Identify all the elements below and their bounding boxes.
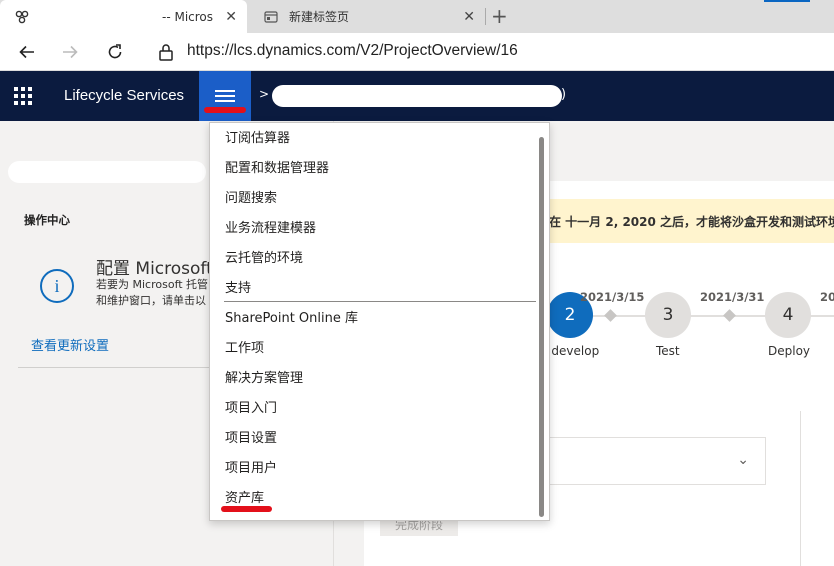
info-icon: i	[40, 269, 74, 303]
browser-tab-strip: -- Micros ✕ 新建标签页 ✕ +	[0, 0, 834, 33]
app-launcher-icon[interactable]	[14, 87, 32, 105]
app-header: Lifecycle Services > )	[0, 71, 834, 121]
menu-item-project-users[interactable]: 项目用户	[225, 459, 277, 479]
timeline-label: Test	[656, 344, 680, 358]
menu-item-work-items[interactable]: 工作项	[225, 339, 264, 359]
active-tab-title: -- Micros	[162, 9, 214, 24]
config-card-description: 若要为 Microsoft 托管 和维护窗口，请单击以	[96, 277, 208, 309]
redacted-project-title	[8, 161, 206, 183]
side-card	[800, 411, 834, 566]
banner-text: 在 十一月 2, 2020 之后，才能将沙盒开发和测试环境部	[549, 214, 834, 229]
timeline-date: 2021/3/31	[700, 290, 765, 304]
redacted-tab-title	[42, 7, 156, 26]
breadcrumb-chevron-icon: >	[259, 87, 270, 101]
tab-separator	[485, 8, 486, 25]
timeline-milestone-icon	[604, 309, 617, 322]
hamburger-menu-button[interactable]	[199, 71, 251, 121]
hamburger-dropdown-menu: 订阅估算器 配置和数据管理器 问题搜索 业务流程建模器 云托管的环境 支持 Sh…	[209, 122, 550, 521]
menu-item-sharepoint-library[interactable]: SharePoint Online 库	[225, 309, 358, 329]
annotation-underline-hamburger	[204, 107, 246, 113]
info-banner: 在 十一月 2, 2020 之后，才能将沙盒开发和测试环境部	[549, 199, 834, 243]
browser-address-bar: https://lcs.dynamics.com/V2/ProjectOverv…	[0, 33, 834, 71]
timeline-node-number: 4	[782, 305, 794, 325]
browser-tab-active[interactable]: -- Micros ✕	[0, 0, 247, 33]
forward-button[interactable]	[57, 39, 83, 65]
timeline-node-number: 3	[662, 305, 674, 325]
timeline-label: Deploy	[768, 344, 811, 358]
timeline-date: 20	[820, 290, 834, 304]
config-desc-line: 若要为 Microsoft 托管	[96, 278, 209, 291]
redacted-project-name[interactable]	[272, 85, 562, 107]
lock-icon[interactable]	[156, 42, 176, 62]
new-tab-button[interactable]: +	[491, 4, 508, 28]
window-accent-bar	[764, 0, 810, 2]
menu-scrollbar[interactable]	[539, 137, 544, 517]
methodology-timeline: 2 2021/3/15 3 2021/3/31 4 20 d develop T…	[540, 278, 834, 374]
new-tab-page-icon	[263, 9, 279, 25]
lcs-favicon-icon	[14, 9, 30, 25]
timeline-node-test[interactable]: 3	[645, 292, 691, 338]
menu-item-project-settings[interactable]: 项目设置	[225, 429, 277, 449]
timeline-node-number: 2	[564, 305, 576, 325]
back-button[interactable]	[14, 39, 40, 65]
menu-item-cloud-hosted-env[interactable]: 云托管的环境	[225, 249, 303, 269]
browser-tab-new[interactable]: 新建标签页 ✕	[249, 0, 485, 33]
menu-item-project-onboarding[interactable]: 项目入门	[225, 399, 277, 419]
config-card-title: 配置 Microsoft	[96, 259, 213, 279]
menu-item-issue-search[interactable]: 问题搜索	[225, 189, 277, 209]
hamburger-icon	[215, 87, 235, 105]
timeline-date: 2021/3/15	[580, 290, 645, 304]
refresh-button[interactable]	[102, 39, 128, 65]
menu-item-solution-management[interactable]: 解决方案管理	[225, 369, 303, 389]
menu-item-config-data-manager[interactable]: 配置和数据管理器	[225, 159, 329, 179]
view-update-settings-link[interactable]: 查看更新设置	[31, 335, 109, 354]
config-desc-line: 和维护窗口，请单击以	[96, 294, 206, 307]
inactive-tab-title: 新建标签页	[289, 10, 350, 24]
chevron-down-icon: ⌄	[737, 452, 749, 468]
menu-item-subscription-estimator[interactable]: 订阅估算器	[225, 129, 290, 149]
timeline-milestone-icon	[723, 309, 736, 322]
close-tab-icon[interactable]: ✕	[225, 9, 237, 25]
timeline-node-deploy[interactable]: 4	[765, 292, 811, 338]
menu-item-support[interactable]: 支持	[225, 279, 251, 299]
menu-item-bpm[interactable]: 业务流程建模器	[225, 219, 316, 239]
app-title[interactable]: Lifecycle Services	[64, 87, 184, 104]
annotation-underline-asset-library	[221, 506, 272, 512]
menu-separator	[224, 301, 536, 302]
action-center-title: 操作中心	[24, 213, 70, 227]
url-field[interactable]: https://lcs.dynamics.com/V2/ProjectOverv…	[187, 42, 518, 60]
close-tab-icon[interactable]: ✕	[463, 9, 475, 25]
breadcrumb-tail: )	[561, 87, 567, 102]
